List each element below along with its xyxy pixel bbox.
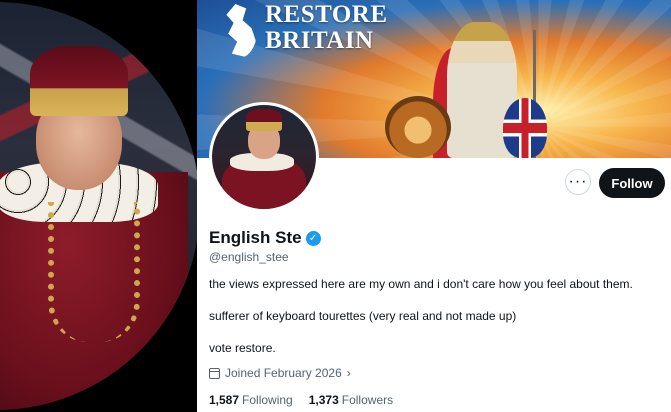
follow-stats: 1,587 Following 1,373 Followers	[209, 393, 393, 407]
following-count: 1,587	[209, 393, 240, 407]
profile-panel: RESTORE BRITAIN ··· Follow English Ste ✓…	[197, 0, 671, 412]
bio-line: vote restore.	[209, 341, 276, 355]
bio-line: sufferer of keyboard tourettes (very rea…	[209, 309, 517, 323]
following-link[interactable]: 1,587 Following	[209, 393, 293, 407]
handle: @english_stee	[209, 250, 289, 264]
union-jack-shield	[503, 98, 547, 158]
avatar-crown	[246, 109, 282, 131]
verified-check-icon[interactable]: ✓	[305, 230, 321, 246]
crown	[30, 46, 128, 116]
more-options-button[interactable]: ···	[565, 169, 591, 195]
followers-count: 1,373	[308, 393, 339, 407]
calendar-icon	[209, 367, 220, 379]
joined-label: Joined February 2026	[225, 366, 342, 380]
large-profile-photo	[0, 2, 200, 410]
banner-title: RESTORE BRITAIN	[265, 1, 388, 54]
avatar-image	[212, 105, 316, 209]
follow-button[interactable]: Follow	[599, 168, 665, 198]
chevron-right-icon: ›	[346, 366, 351, 380]
followers-label: Followers	[341, 393, 394, 407]
profile-avatar[interactable]	[209, 102, 319, 212]
avatar-ring	[209, 102, 319, 212]
followers-link[interactable]: 1,373 Followers	[309, 393, 393, 407]
lion	[385, 96, 451, 158]
joined-date[interactable]: Joined February 2026 ›	[209, 366, 351, 380]
name-row: English Ste ✓	[209, 228, 321, 248]
gold-chain	[48, 202, 140, 342]
bio-line: the views expressed here are my own and …	[209, 277, 633, 291]
display-name: English Ste	[209, 228, 302, 247]
following-label: Following	[242, 393, 293, 407]
